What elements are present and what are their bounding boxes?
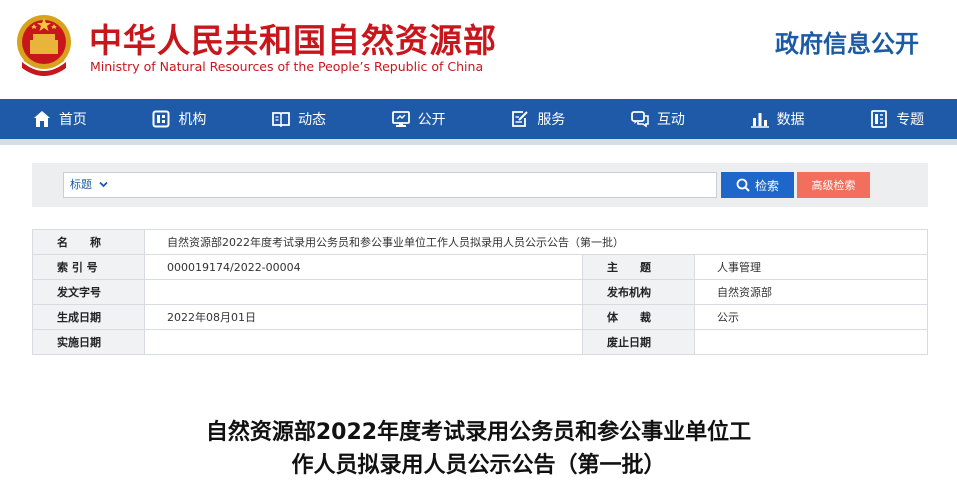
nav-item-interact[interactable]: 互动 xyxy=(598,99,718,139)
search-button[interactable]: 检索 xyxy=(721,172,794,198)
subject-label: 主 题 xyxy=(582,254,695,280)
effective-date-value xyxy=(144,329,583,355)
book-icon xyxy=(272,110,290,128)
index-label: 索 引 号 xyxy=(32,254,145,280)
nav-item-data[interactable]: 数据 xyxy=(718,99,838,139)
nav-item-home[interactable]: 首页 xyxy=(0,99,120,139)
search-icon xyxy=(736,178,755,192)
index-value: 000019174/2022-00004 xyxy=(144,254,583,280)
main-nav: 首页 机构 动态 公开 服务 互动 数据 专题 xyxy=(0,99,957,139)
nav-label: 专题 xyxy=(896,112,925,128)
section-title[interactable]: 政府信息公开 xyxy=(775,24,919,59)
search-panel: 标题 检索 高级检索 xyxy=(32,163,928,207)
table-row: 生成日期 2022年08月01日 体 裁 公示 xyxy=(32,304,928,330)
monitor-icon xyxy=(391,110,410,128)
publisher-label: 发布机构 xyxy=(582,279,695,305)
document-info-table: 名 称 自然资源部2022年度考试录用公务员和参公事业单位工作人员拟录用人员公示… xyxy=(32,229,928,355)
edit-icon xyxy=(511,110,529,128)
nav-label: 数据 xyxy=(776,112,805,128)
nav-label: 公开 xyxy=(417,112,446,128)
table-row: 名 称 自然资源部2022年度考试录用公务员和参公事业单位工作人员拟录用人员公示… xyxy=(32,229,928,255)
article-title: 自然资源部2022年度考试录用公务员和参公事业单位工 作人员拟录用人员公示公告（… xyxy=(0,416,957,482)
table-row: 实施日期 废止日期 xyxy=(32,329,928,355)
effective-date-label: 实施日期 xyxy=(32,329,145,355)
nav-label: 互动 xyxy=(656,112,685,128)
search-box: 标题 xyxy=(63,172,717,198)
document-icon xyxy=(870,110,888,128)
table-row: 索 引 号 000019174/2022-00004 主 题 人事管理 xyxy=(32,254,928,280)
date-label: 生成日期 xyxy=(32,304,145,330)
chat-icon xyxy=(631,110,649,128)
subject-value: 人事管理 xyxy=(694,254,928,280)
nav-label: 动态 xyxy=(298,112,327,128)
chevron-down-icon xyxy=(96,178,108,191)
name-value: 自然资源部2022年度考试录用公务员和参公事业单位工作人员拟录用人员公示公告（第… xyxy=(144,229,928,255)
expiry-date-value xyxy=(694,329,928,355)
nav-label: 机构 xyxy=(178,112,207,128)
table-row: 发文字号 发布机构 自然资源部 xyxy=(32,279,928,305)
search-scope-label: 标题 xyxy=(70,178,92,191)
article-title-line: 作人员拟录用人员公示公告（第一批） xyxy=(291,453,666,478)
nav-item-news[interactable]: 动态 xyxy=(239,99,359,139)
genre-value: 公示 xyxy=(694,304,928,330)
home-icon xyxy=(33,110,51,128)
search-input[interactable] xyxy=(114,174,714,196)
nav-item-service[interactable]: 服务 xyxy=(479,99,599,139)
article-title-line: 自然资源部2022年度考试录用公务员和参公事业单位工 xyxy=(205,420,752,445)
site-title-cn[interactable]: 中华人民共和国自然资源部 xyxy=(89,14,497,62)
org-icon xyxy=(152,110,170,128)
expiry-date-label: 废止日期 xyxy=(582,329,695,355)
site-title-en: Ministry of Natural Resources of the Peo… xyxy=(90,59,484,74)
name-label: 名 称 xyxy=(32,229,145,255)
nav-item-public[interactable]: 公开 xyxy=(359,99,479,139)
national-emblem-logo[interactable] xyxy=(14,10,74,80)
bar-chart-icon xyxy=(750,110,769,128)
nav-label: 首页 xyxy=(58,112,87,128)
doc-number-value xyxy=(144,279,583,305)
nav-item-org[interactable]: 机构 xyxy=(120,99,240,139)
nav-label: 服务 xyxy=(537,112,566,128)
nav-item-topics[interactable]: 专题 xyxy=(837,99,957,139)
publisher-value: 自然资源部 xyxy=(694,279,928,305)
genre-label: 体 裁 xyxy=(582,304,695,330)
doc-number-label: 发文字号 xyxy=(32,279,145,305)
search-button-label: 检索 xyxy=(754,178,779,193)
search-scope-select[interactable]: 标题 xyxy=(70,173,108,197)
site-header: 中华人民共和国自然资源部 Ministry of Natural Resourc… xyxy=(0,0,957,99)
date-value: 2022年08月01日 xyxy=(144,304,583,330)
nav-divider xyxy=(0,139,957,145)
advanced-search-button[interactable]: 高级检索 xyxy=(797,172,870,198)
